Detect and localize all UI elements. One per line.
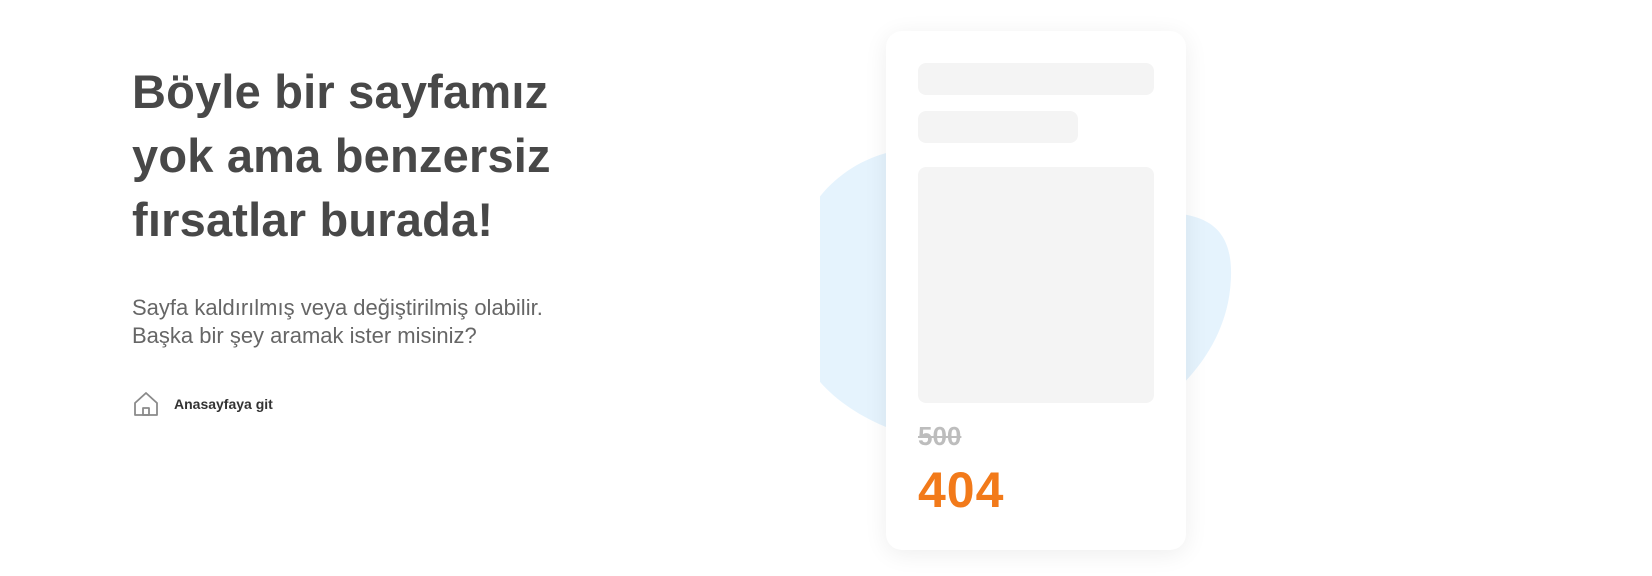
page-title: Böyle bir sayfamız yok ama benzersiz fır… xyxy=(132,65,551,246)
old-price: 500 xyxy=(918,421,962,451)
new-price: 404 xyxy=(918,462,1005,518)
skeleton-title-line xyxy=(918,63,1154,95)
not-found-page: Böyle bir sayfamız yok ama benzersiz fır… xyxy=(0,0,1652,576)
skeleton-subtitle-line xyxy=(918,111,1078,143)
home-icon xyxy=(132,390,160,418)
not-found-illustration: 500 404 xyxy=(820,0,1320,576)
skeleton-image xyxy=(918,167,1154,403)
content-section: Böyle bir sayfamız yok ama benzersiz fır… xyxy=(132,60,652,418)
home-link-label: Anasayfaya git xyxy=(174,396,273,412)
home-link[interactable]: Anasayfaya git xyxy=(132,390,273,418)
product-card: 500 404 xyxy=(886,31,1186,550)
page-description: Sayfa kaldırılmış veya değiştirilmiş ola… xyxy=(132,295,543,348)
